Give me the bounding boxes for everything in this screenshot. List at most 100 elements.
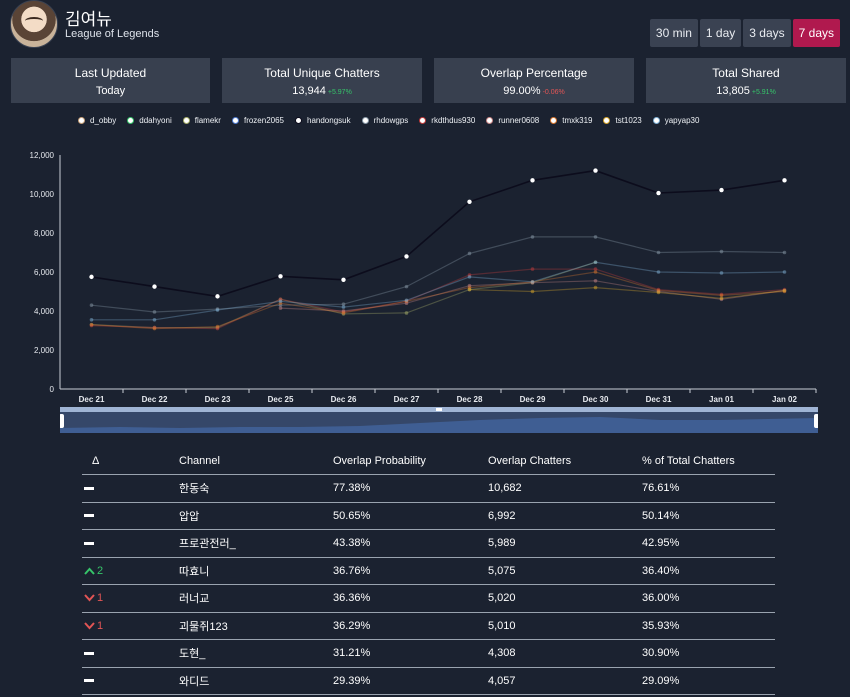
data-point-rhdowgps[interactable] [467, 251, 472, 256]
data-point-yapyap30[interactable] [467, 275, 472, 279]
data-point-yapyap30[interactable] [278, 299, 283, 304]
data-point-runner0608[interactable] [278, 306, 283, 310]
data-point-tst1023[interactable] [530, 289, 535, 294]
data-point-yapyap30[interactable] [404, 298, 409, 303]
data-point-handongsuk[interactable] [278, 274, 283, 279]
data-point-rhdowgps[interactable] [656, 250, 661, 255]
data-point-tst1023[interactable] [782, 288, 787, 293]
table-row[interactable]: 압압 50.65% 6,992 50.14% [82, 502, 775, 530]
data-point-yapyap30[interactable] [152, 317, 157, 322]
table-row[interactable]: 2 따효니 36.76% 5,075 36.40% [82, 557, 775, 585]
legend-item[interactable]: yapyap30 [652, 116, 699, 125]
data-point-yapyap30[interactable] [593, 260, 598, 265]
col-header-percent-total[interactable]: % of Total Chatters [642, 448, 775, 475]
data-point-yapyap30[interactable] [215, 308, 220, 312]
data-point-tst1023[interactable] [656, 290, 661, 295]
channel-name[interactable]: 도현_ [179, 639, 333, 668]
data-point-rhdowgps[interactable] [593, 235, 598, 239]
data-point-handongsuk[interactable] [467, 199, 472, 204]
legend-item[interactable]: flamekr [182, 116, 221, 125]
data-point-handongsuk[interactable] [530, 178, 535, 183]
data-point-tst1023[interactable] [719, 296, 724, 301]
data-point-rhdowgps[interactable] [530, 235, 535, 239]
streamer-name[interactable]: 김여뉴 [65, 5, 112, 30]
data-point-yapyap30[interactable] [782, 270, 787, 274]
data-point-handongsuk[interactable] [593, 168, 598, 173]
data-point-flamekr[interactable] [404, 311, 409, 315]
table-row[interactable]: 도현_ 31.21% 4,308 30.90% [82, 639, 775, 668]
data-point-tmxk319[interactable] [89, 322, 94, 327]
data-point-handongsuk[interactable] [215, 294, 220, 299]
range-30min-button[interactable]: 30 min [649, 19, 698, 47]
channel-name[interactable]: 따효니 [179, 557, 333, 585]
data-point-tmxk319[interactable] [593, 270, 598, 274]
data-point-yapyap30[interactable] [719, 271, 724, 275]
series-line-tmxk319[interactable] [91, 271, 785, 330]
stat-label: Overlap Percentage [480, 66, 588, 80]
col-header-channel[interactable]: Channel [179, 448, 333, 475]
data-point-yapyap30[interactable] [530, 279, 535, 284]
data-point-handongsuk[interactable] [404, 254, 409, 259]
data-point-yapyap30[interactable] [656, 270, 661, 274]
data-point-tmxk319[interactable] [152, 326, 157, 331]
channel-name[interactable]: 괴물쥐123 [179, 612, 333, 640]
table-row[interactable]: 와디드 29.39% 4,057 29.09% [82, 667, 775, 695]
series-line-rkdthdus930[interactable] [91, 268, 785, 330]
avatar[interactable] [10, 0, 58, 48]
legend-item[interactable]: d_obby [78, 116, 116, 125]
data-point-handongsuk[interactable] [782, 178, 787, 183]
navigator-left-handle[interactable] [60, 414, 64, 428]
legend-item[interactable]: handongsuk [295, 116, 351, 125]
data-point-tmxk319[interactable] [215, 324, 220, 329]
data-point-rkdthdus930[interactable] [530, 267, 535, 271]
data-point-tmxk319[interactable] [341, 311, 346, 315]
col-header-delta[interactable]: Δ [82, 448, 179, 475]
legend-item[interactable]: tmxk319 [550, 116, 592, 125]
channel-name[interactable]: 러너교 [179, 584, 333, 613]
data-point-handongsuk[interactable] [656, 190, 661, 196]
range-1day-button[interactable]: 1 day [699, 19, 742, 47]
data-point-rhdowgps[interactable] [719, 249, 724, 254]
series-line-handongsuk[interactable] [91, 169, 785, 298]
range-3days-button[interactable]: 3 days [743, 19, 791, 47]
table-row[interactable]: 1 러너교 36.36% 5,020 36.00% [82, 584, 775, 613]
navigator-grip-icon[interactable] [436, 408, 442, 411]
channel-name[interactable]: 와디드 [179, 667, 333, 695]
x-tick-label: Jan 01 [709, 395, 734, 404]
channel-name[interactable]: 압압 [179, 502, 333, 530]
data-point-tst1023[interactable] [593, 285, 598, 290]
legend-item[interactable]: ddahyoni [127, 116, 172, 125]
data-point-rhdowgps[interactable] [782, 250, 787, 255]
data-point-handongsuk[interactable] [719, 187, 724, 193]
data-point-handongsuk[interactable] [89, 274, 94, 280]
chart-range-navigator[interactable] [60, 407, 818, 433]
data-point-handongsuk[interactable] [341, 277, 346, 282]
navigator-right-handle[interactable] [814, 414, 818, 428]
data-point-runner0608[interactable] [593, 278, 598, 283]
legend-marker-icon [78, 117, 85, 124]
data-point-yapyap30[interactable] [341, 305, 346, 309]
col-header-overlap-probability[interactable]: Overlap Probability [333, 448, 488, 475]
table-row[interactable]: 1 괴물쥐123 36.29% 5,010 35.93% [82, 612, 775, 640]
table-row[interactable]: 한동숙 77.38% 10,682 76.61% [82, 474, 775, 503]
channel-name[interactable]: 프로관전러_ [179, 529, 333, 558]
legend-item[interactable]: rkdthdus930 [419, 116, 475, 125]
legend-item[interactable]: rhdowgps [361, 116, 408, 125]
table-row[interactable]: 프로관전러_ 43.38% 5,989 42.95% [82, 529, 775, 558]
data-point-rhdowgps[interactable] [404, 284, 409, 289]
legend-item[interactable]: runner0608 [486, 116, 539, 125]
overlap-table: Δ Channel Overlap Probability Overlap Ch… [82, 448, 775, 695]
navigator-selection[interactable] [60, 412, 818, 433]
col-header-overlap-chatters[interactable]: Overlap Chatters [488, 448, 642, 475]
data-point-rhdowgps[interactable] [89, 303, 94, 307]
data-point-handongsuk[interactable] [152, 284, 157, 289]
legend-marker-icon [550, 117, 558, 124]
legend-item[interactable]: frozen2065 [231, 116, 284, 125]
channel-name[interactable]: 한동숙 [179, 474, 333, 503]
data-point-yapyap30[interactable] [89, 317, 94, 322]
legend-item[interactable]: tst1023 [603, 116, 642, 125]
range-7days-button[interactable]: 7 days [792, 19, 840, 47]
series-line-runner0608[interactable] [280, 280, 785, 312]
data-point-tst1023[interactable] [467, 287, 472, 292]
data-point-rhdowgps[interactable] [152, 310, 157, 314]
